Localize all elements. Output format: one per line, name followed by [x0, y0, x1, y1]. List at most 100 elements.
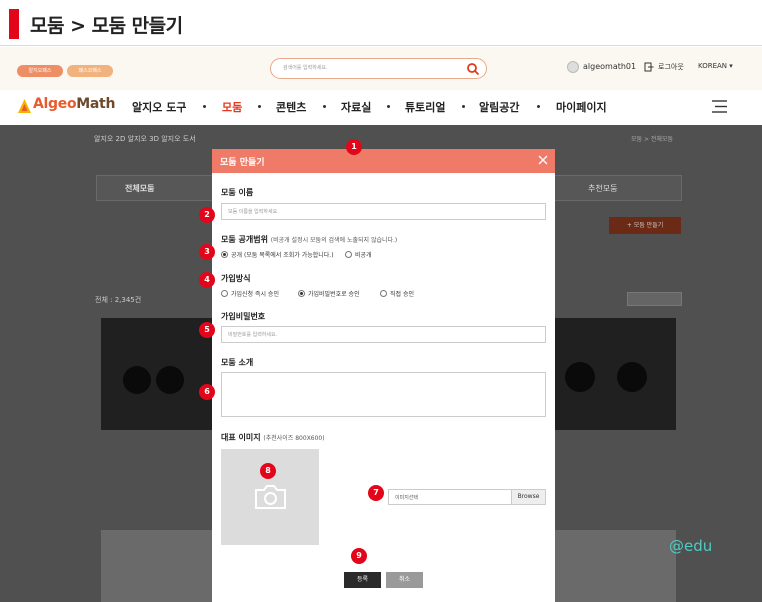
- nav-separator: [258, 105, 261, 108]
- join-instant-radio[interactable]: 가입신청 즉시 승인: [221, 289, 279, 298]
- register-button[interactable]: 등록: [344, 572, 381, 588]
- card-image-ball: [565, 362, 595, 392]
- nav-item-library[interactable]: 자료실: [341, 99, 371, 115]
- scope-label-text: 모둠 공개범위: [221, 235, 268, 244]
- user-name[interactable]: algeomath01: [583, 62, 636, 71]
- algeomath-logo-icon[interactable]: [17, 98, 32, 114]
- password-input[interactable]: 비밀번호를 입력하세요.: [221, 326, 546, 343]
- nav-item-mypage[interactable]: 마이페이지: [556, 99, 607, 115]
- group-card-image: [555, 530, 676, 602]
- guide-accent-bar: [9, 9, 19, 39]
- tab-recommended-groups: 추천모둠: [588, 184, 618, 193]
- annotation-marker-9: 9: [351, 548, 367, 564]
- annotation-marker-2: 2: [199, 207, 215, 223]
- join-instant-label: 가입신청 즉시 승인: [231, 291, 279, 298]
- radio-unchecked-icon: [380, 290, 387, 297]
- watermark: @edu: [669, 537, 713, 555]
- modal-header: 모둠 만들기: [212, 149, 555, 173]
- language-value: KOREAN: [698, 62, 728, 70]
- card-image-ball: [156, 366, 184, 394]
- annotation-marker-4: 4: [199, 272, 215, 288]
- nav-item-tools[interactable]: 알지오 도구: [132, 99, 186, 115]
- group-name-placeholder: 모둠 이름을 입력하세요.: [228, 209, 279, 215]
- image-label-text: 대표 이미지: [221, 433, 261, 442]
- radio-unchecked-icon: [221, 290, 228, 297]
- annotation-marker-7: 7: [368, 485, 384, 501]
- scope-note: (비공개 설정시 모둠의 검색에 노출되지 않습니다.): [270, 237, 398, 244]
- radio-unchecked-icon: [345, 251, 352, 258]
- cancel-button[interactable]: 취소: [386, 572, 423, 588]
- logout-icon[interactable]: [644, 62, 654, 72]
- logo-text-math: Math: [76, 96, 116, 112]
- group-card-image: [101, 530, 212, 602]
- image-size-note: (추천사이즈 800X600): [263, 435, 325, 442]
- join-password-radio[interactable]: 가입비밀번호로 승인: [298, 289, 360, 298]
- algeomath-logo[interactable]: AlgeoMath: [33, 96, 115, 112]
- intro-label: 모둠 소개: [221, 358, 254, 367]
- nav-item-tutorial[interactable]: 튜토리얼: [405, 99, 445, 115]
- scope-private-label: 비공개: [355, 252, 372, 259]
- top-utility-bar: 알지오패스 패스코패스 검색어를 입력하세요. algeomath01 로그아웃…: [0, 47, 762, 90]
- image-label: 대표 이미지 (추천사이즈 800X600): [221, 432, 325, 443]
- nav-separator: [323, 105, 326, 108]
- file-input[interactable]: 이미지선택 Browse: [388, 489, 546, 505]
- radio-checked-icon: [221, 251, 228, 258]
- total-count: 전체 : 2,345건: [95, 296, 142, 304]
- guide-divider: [0, 45, 762, 46]
- chevron-down-icon: ▾: [729, 62, 733, 70]
- algeo-pass-button[interactable]: 알지오패스: [17, 65, 63, 77]
- card-image-ball: [123, 366, 151, 394]
- nav-separator: [203, 105, 206, 108]
- logo-text-algeo: Algeo: [33, 96, 77, 112]
- sort-select: [627, 292, 682, 306]
- scope-public-radio[interactable]: 공개 (모둠 목록에서 조회가 가능합니다.): [221, 250, 334, 259]
- nav-item-contents[interactable]: 콘텐츠: [276, 99, 306, 115]
- annotation-marker-8: 8: [260, 463, 276, 479]
- join-direct-label: 직접 승인: [390, 291, 414, 298]
- group-name-label: 모둠 이름: [221, 188, 254, 197]
- breadcrumb: 모둠 > 전체모둠: [631, 136, 673, 143]
- main-nav: AlgeoMath 알지오 도구 모둠 콘텐츠 자료실 튜토리얼 알림공간 마이…: [0, 90, 762, 125]
- annotation-marker-6: 6: [199, 384, 215, 400]
- nav-separator: [387, 105, 390, 108]
- scope-label: 모둠 공개범위 (비공개 설정시 모둠의 검색에 노출되지 않습니다.): [221, 234, 397, 245]
- group-card-image: [555, 318, 676, 430]
- scope-private-radio[interactable]: 비공개: [345, 250, 372, 259]
- language-select[interactable]: KOREAN ▾: [698, 62, 733, 70]
- card-image-ball: [617, 362, 647, 392]
- radio-checked-icon: [298, 290, 305, 297]
- modal-title: 모둠 만들기: [220, 158, 265, 168]
- scope-public-label: 공개 (모둠 목록에서 조회가 가능합니다.): [231, 252, 334, 259]
- file-input-value: 이미지선택: [395, 495, 419, 501]
- browse-button[interactable]: Browse: [511, 490, 545, 504]
- close-icon[interactable]: [538, 155, 548, 165]
- intro-textarea[interactable]: [221, 372, 546, 417]
- annotation-marker-3: 3: [199, 244, 215, 260]
- annotation-marker-5: 5: [199, 322, 215, 338]
- join-direct-radio[interactable]: 직접 승인: [380, 289, 414, 298]
- search-placeholder: 검색어를 입력하세요.: [283, 65, 328, 71]
- password-label: 가입비밀번호: [221, 312, 266, 321]
- tab-all-groups: 전체모둠: [125, 184, 155, 193]
- join-password-label: 가입비밀번호로 승인: [308, 291, 360, 298]
- guide-header: 모둠 > 모둠 만들기: [0, 0, 762, 46]
- nav-separator: [462, 105, 465, 108]
- hamburger-menu-icon[interactable]: [712, 100, 727, 113]
- new-group-button: + 모둠 만들기: [609, 217, 681, 234]
- user-avatar[interactable]: [567, 61, 579, 73]
- password-placeholder: 비밀번호를 입력하세요.: [228, 332, 278, 338]
- nav-item-groups[interactable]: 모둠: [222, 99, 242, 115]
- pasco-pass-button[interactable]: 패스코패스: [67, 65, 113, 77]
- join-method-label: 가입방식: [221, 274, 251, 283]
- nav-separator: [537, 105, 540, 108]
- nav-item-notice[interactable]: 알림공간: [479, 99, 519, 115]
- search-icon[interactable]: [466, 62, 480, 76]
- search-input[interactable]: 검색어를 입력하세요.: [270, 58, 487, 79]
- guide-title: 모둠 > 모둠 만들기: [30, 15, 183, 37]
- group-name-input[interactable]: 모둠 이름을 입력하세요.: [221, 203, 546, 220]
- group-card-image: [101, 318, 212, 430]
- create-group-modal: 모둠 만들기 모둠 이름 모둠 이름을 입력하세요. 모둠 공개범위 (비공개 …: [212, 149, 555, 602]
- logout-link[interactable]: 로그아웃: [658, 62, 684, 72]
- camera-icon: [255, 485, 286, 509]
- tool-links: 알지오 2D 알지오 3D 알지오 도서: [94, 135, 196, 143]
